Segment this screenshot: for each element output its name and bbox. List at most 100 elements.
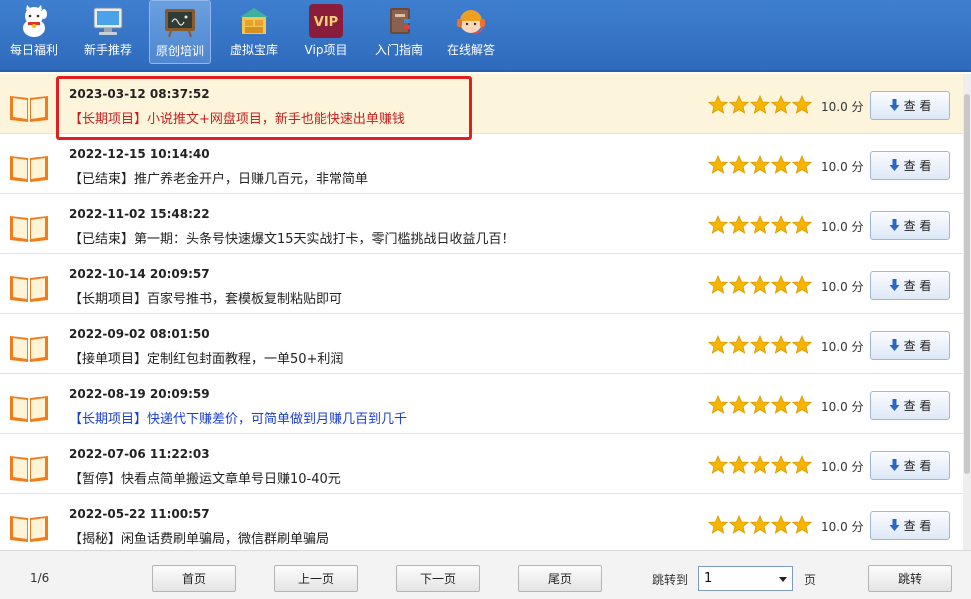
table-row[interactable]: 2022-12-15 10:14:40 【已结束】推广养老金开户，日赚几百元，非… — [0, 134, 963, 194]
row-date: 2022-08-19 20:09:59 — [69, 387, 210, 401]
row-date: 2023-03-12 08:37:52 — [69, 87, 210, 101]
table-row[interactable]: 2022-07-06 11:22:03 【暂停】快看点简单搬运文章单号日赚10-… — [0, 434, 963, 494]
view-button-label: 查 看 — [903, 339, 932, 353]
svg-text:VIP: VIP — [314, 15, 338, 30]
toolbar-item-original-training[interactable]: 原创培训 — [149, 0, 211, 64]
rating-stars — [708, 95, 812, 115]
star-icon — [729, 335, 749, 354]
row-title[interactable]: 【长期项目】快递代下赚差价，可简单做到月赚几百到几千 — [69, 408, 407, 427]
row-score: 10.0 分 — [821, 460, 864, 474]
view-button-label: 查 看 — [903, 159, 932, 173]
page-indicator: 1/6 — [30, 571, 50, 585]
table-row[interactable]: 2022-11-02 15:48:22 【已结束】第一期：头条号快速爆文15天实… — [0, 194, 963, 254]
row-date: 2022-05-22 11:00:57 — [69, 507, 210, 521]
view-button[interactable]: 查 看 — [870, 151, 950, 180]
open-book-icon — [10, 156, 48, 182]
table-row[interactable]: 2022-05-22 11:00:57 【揭秘】闲鱼话费刷单骗局，微信群刷单骗局… — [0, 494, 963, 550]
open-book-icon — [10, 336, 48, 362]
star-icon — [750, 95, 770, 114]
star-icon — [729, 515, 749, 534]
page-unit-label: 页 — [804, 573, 817, 587]
toolbar-item-label: Vip项目 — [304, 43, 348, 57]
jump-to-label: 跳转到 — [652, 573, 689, 587]
star-icon — [771, 215, 791, 234]
toolbar-item-vip-projects[interactable]: VIP Vip项目 — [298, 0, 354, 64]
star-icon — [792, 155, 812, 174]
star-icon — [750, 335, 770, 354]
star-icon — [750, 515, 770, 534]
blackboard-icon — [163, 5, 197, 39]
star-icon — [750, 395, 770, 414]
table-row[interactable]: 2022-09-02 08:01:50 【接单项目】定制红包封面教程，一单50+… — [0, 314, 963, 374]
view-button[interactable]: 查 看 — [870, 511, 950, 540]
page-number-select[interactable]: 1 — [698, 566, 793, 591]
open-book-icon — [10, 396, 48, 422]
next-page-button[interactable]: 下一页 — [396, 565, 480, 592]
row-title[interactable]: 【暂停】快看点简单搬运文章单号日赚10-40元 — [69, 468, 341, 487]
previous-page-button[interactable]: 上一页 — [274, 565, 358, 592]
rating-stars — [708, 275, 812, 295]
view-button-label: 查 看 — [903, 519, 932, 533]
star-icon — [708, 515, 728, 534]
toolbar-item-beginner-recommend[interactable]: 新手推荐 — [78, 0, 138, 64]
row-title[interactable]: 【已结束】推广养老金开户，日赚几百元，非常简单 — [69, 168, 368, 187]
open-book-icon — [10, 516, 48, 542]
star-icon — [750, 455, 770, 474]
view-button[interactable]: 查 看 — [870, 91, 950, 120]
toolbar-item-label: 在线解答 — [446, 43, 495, 57]
row-date: 2022-12-15 10:14:40 — [69, 147, 210, 161]
view-button-label: 查 看 — [903, 459, 932, 473]
rating-stars — [708, 395, 812, 415]
row-title[interactable]: 【长期项目】小说推文+网盘项目，新手也能快速出单赚钱 — [69, 108, 405, 127]
download-arrow-icon — [889, 519, 900, 531]
table-row[interactable]: 2022-10-14 20:09:57 【长期项目】百家号推书，套模板复制粘贴即… — [0, 254, 963, 314]
row-title[interactable]: 【接单项目】定制红包封面教程，一单50+利润 — [69, 348, 343, 367]
row-score: 10.0 分 — [821, 400, 864, 414]
guide-book-icon — [382, 4, 416, 38]
rating-stars — [708, 515, 812, 535]
dropdown-arrow-icon — [779, 577, 787, 582]
jump-button[interactable]: 跳转 — [868, 565, 952, 592]
row-score: 10.0 分 — [821, 160, 864, 174]
star-icon — [729, 395, 749, 414]
row-title[interactable]: 【长期项目】百家号推书，套模板复制粘贴即可 — [69, 288, 342, 307]
star-icon — [708, 395, 728, 414]
project-list: 2023-03-12 08:37:52 【长期项目】小说推文+网盘项目，新手也能… — [0, 74, 963, 550]
download-arrow-icon — [889, 399, 900, 411]
view-button[interactable]: 查 看 — [870, 211, 950, 240]
star-icon — [708, 155, 728, 174]
row-title[interactable]: 【揭秘】闲鱼话费刷单骗局，微信群刷单骗局 — [69, 528, 329, 547]
row-date: 2022-09-02 08:01:50 — [69, 327, 210, 341]
last-page-button[interactable]: 尾页 — [518, 565, 602, 592]
scrollbar-thumb[interactable] — [964, 94, 970, 474]
open-book-icon — [10, 96, 48, 122]
view-button[interactable]: 查 看 — [870, 331, 950, 360]
star-icon — [771, 155, 791, 174]
star-icon — [708, 335, 728, 354]
row-date: 2022-07-06 11:22:03 — [69, 447, 210, 461]
rating-stars — [708, 155, 812, 175]
star-icon — [750, 215, 770, 234]
first-page-button[interactable]: 首页 — [152, 565, 236, 592]
row-title[interactable]: 【已结束】第一期：头条号快速爆文15天实战打卡，零门槛挑战日收益几百！ — [69, 228, 515, 247]
download-arrow-icon — [889, 279, 900, 291]
monitor-icon — [91, 4, 125, 38]
star-icon — [792, 515, 812, 534]
toolbar-item-getting-started[interactable]: 入门指南 — [369, 0, 429, 64]
toolbar-item-online-answers[interactable]: 在线解答 — [441, 0, 501, 64]
table-row[interactable]: 2023-03-12 08:37:52 【长期项目】小说推文+网盘项目，新手也能… — [0, 74, 963, 134]
headset-support-icon — [454, 4, 488, 38]
download-arrow-icon — [889, 339, 900, 351]
rating-stars — [708, 455, 812, 475]
toolbar-item-daily-welfare[interactable]: 每日福利 — [4, 0, 64, 64]
star-icon — [708, 455, 728, 474]
toolbar-item-virtual-vault[interactable]: 虚拟宝库 — [224, 0, 284, 64]
view-button[interactable]: 查 看 — [870, 451, 950, 480]
vertical-scrollbar[interactable] — [963, 74, 971, 550]
view-button-label: 查 看 — [903, 99, 932, 113]
view-button[interactable]: 查 看 — [870, 271, 950, 300]
rating-stars — [708, 215, 812, 235]
view-button[interactable]: 查 看 — [870, 391, 950, 420]
table-row[interactable]: 2022-08-19 20:09:59 【长期项目】快递代下赚差价，可简单做到月… — [0, 374, 963, 434]
row-score: 10.0 分 — [821, 520, 864, 534]
